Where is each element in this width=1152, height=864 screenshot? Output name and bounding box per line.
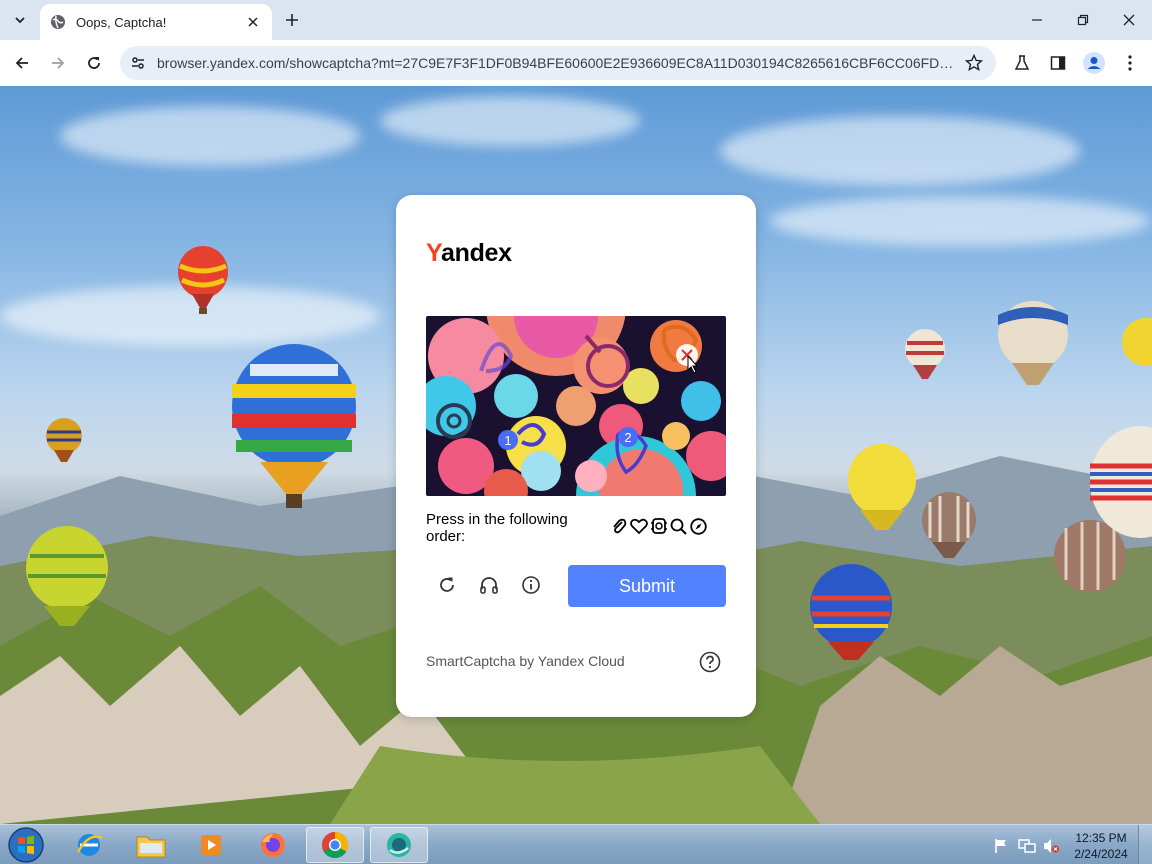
logo-letter-y: Y	[426, 239, 441, 267]
close-window-button[interactable]	[1106, 0, 1152, 40]
refresh-icon	[440, 577, 454, 592]
chrome-icon	[321, 831, 349, 859]
help-button[interactable]	[698, 650, 722, 674]
heart-icon	[629, 516, 648, 536]
hot-air-balloon	[1122, 318, 1152, 366]
refresh-button[interactable]	[434, 572, 460, 598]
browser-app-icon	[387, 833, 411, 857]
submit-button[interactable]: Submit	[568, 565, 726, 607]
arrow-right-icon	[52, 57, 65, 69]
paperclip-icon	[609, 516, 628, 536]
captcha-order-icons	[609, 515, 709, 537]
tab-strip: Oops, Captcha!	[0, 0, 1152, 40]
cloud-shape	[720, 116, 1080, 186]
hot-air-balloon	[922, 492, 976, 558]
address-bar[interactable]: browser.yandex.com/showcaptcha?mt=27C9E7…	[120, 46, 996, 80]
browser-toolbar: browser.yandex.com/showcaptcha?mt=27C9E7…	[0, 40, 1152, 86]
hot-air-balloon	[810, 564, 892, 660]
question-mark-icon	[699, 651, 721, 673]
taskbar-browser-app[interactable]	[370, 827, 428, 863]
logo-text: andex	[441, 239, 512, 267]
close-tab-icon[interactable]	[244, 13, 262, 31]
forward-button[interactable]	[44, 49, 72, 77]
captcha-instruction: Press in the following order:	[426, 511, 568, 545]
labs-flask-icon[interactable]	[1010, 51, 1034, 75]
clock-time: 12:35 PM	[1075, 831, 1127, 845]
captcha-marker-1: 1	[504, 433, 511, 448]
captcha-image[interactable]: 1 2	[426, 316, 726, 496]
hot-air-balloon	[178, 246, 228, 314]
side-panel-icon[interactable]	[1046, 51, 1070, 75]
windows-logo-icon	[8, 827, 44, 863]
hot-air-balloon	[26, 526, 108, 626]
captcha-marker-2: 2	[624, 430, 631, 445]
page-background: Yandex 1 2 Press in the following order:…	[0, 86, 1152, 824]
tab-search-button[interactable]	[6, 6, 34, 34]
hot-air-balloon	[232, 344, 356, 508]
hot-air-balloon	[848, 444, 916, 530]
media-player-icon	[201, 835, 221, 855]
compass-icon	[689, 516, 708, 536]
taskbar-media-player[interactable]	[182, 827, 240, 863]
back-button[interactable]	[8, 49, 36, 77]
action-center-flag-icon[interactable]	[992, 837, 1010, 855]
firefox-icon	[261, 833, 285, 857]
hot-air-balloon	[905, 329, 945, 379]
browser-tab[interactable]: Oops, Captcha!	[40, 4, 272, 40]
hot-air-balloon	[1090, 426, 1152, 538]
headphones-icon	[480, 577, 498, 594]
captcha-footer-text: SmartCaptcha by Yandex Cloud	[426, 653, 625, 669]
camera-frame-icon	[649, 516, 668, 536]
hot-air-balloon	[998, 301, 1068, 385]
hot-air-balloon	[46, 418, 82, 462]
new-tab-button[interactable]	[280, 8, 304, 32]
site-settings-icon[interactable]	[128, 53, 148, 73]
close-icon	[1123, 14, 1135, 26]
url-text: browser.yandex.com/showcaptcha?mt=27C9E7…	[157, 55, 957, 71]
cloud-shape	[770, 196, 1150, 246]
globe-icon	[50, 14, 66, 30]
info-button[interactable]	[518, 572, 544, 598]
search-icon	[669, 516, 688, 536]
taskbar-firefox[interactable]	[244, 827, 302, 863]
taskbar-chrome[interactable]	[306, 827, 364, 863]
cloud-shape	[60, 106, 360, 166]
clock-date: 2/24/2024	[1074, 847, 1128, 861]
minimize-button[interactable]	[1014, 0, 1060, 40]
show-desktop-button[interactable]	[1138, 825, 1152, 864]
reload-button[interactable]	[80, 49, 108, 77]
taskbar-file-explorer[interactable]	[122, 827, 180, 863]
tab-title: Oops, Captcha!	[76, 14, 167, 30]
taskbar-internet-explorer[interactable]	[60, 827, 118, 863]
bookmark-star-icon[interactable]	[964, 53, 984, 73]
plus-icon	[286, 14, 298, 26]
cloud-shape	[380, 96, 640, 146]
yandex-logo: Yandex	[426, 239, 512, 268]
reload-icon	[88, 57, 100, 69]
audio-captcha-button[interactable]	[476, 572, 502, 598]
network-icon[interactable]	[1018, 837, 1036, 855]
captcha-card: Yandex 1 2 Press in the following order:…	[396, 195, 756, 717]
minimize-icon	[1032, 19, 1042, 21]
volume-muted-icon[interactable]	[1042, 837, 1060, 855]
restore-button[interactable]	[1060, 0, 1106, 40]
internet-explorer-icon	[76, 834, 103, 856]
profile-avatar-icon[interactable]	[1082, 51, 1106, 75]
start-button[interactable]	[4, 826, 48, 864]
folder-icon	[136, 836, 166, 858]
restore-icon	[1077, 14, 1089, 26]
info-icon	[522, 576, 540, 594]
arrow-left-icon	[15, 57, 28, 69]
taskbar-clock[interactable]: 12:35 PM 2/24/2024	[1066, 830, 1136, 862]
chevron-down-icon	[15, 17, 25, 24]
windows-taskbar: 12:35 PM 2/24/2024	[0, 824, 1152, 864]
more-menu-icon[interactable]	[1118, 51, 1142, 75]
